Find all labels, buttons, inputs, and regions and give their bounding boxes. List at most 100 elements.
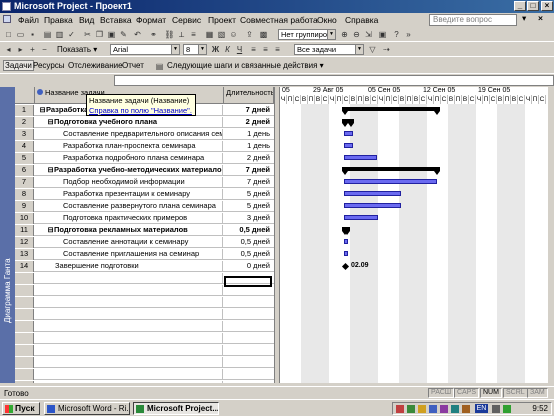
task-bar[interactable] [344,251,348,256]
table-row[interactable] [15,309,274,320]
collapse-icon[interactable]: ⊟ [47,118,54,128]
row-id[interactable] [15,381,34,383]
duration-cell[interactable]: 2 дней [224,117,272,128]
font-size-select[interactable]: 8 ▼ [183,44,207,55]
vertical-scrollbar[interactable] [548,87,554,383]
split-task-icon[interactable]: ≡ [188,29,199,40]
underline-icon[interactable]: Ч [234,44,245,55]
milestone-marker[interactable] [341,262,350,271]
duration-cell[interactable]: 0,5 дней [224,225,272,236]
collapse-icon[interactable]: ⊟ [47,166,54,176]
start-button[interactable]: Пуск [2,402,40,415]
task-name-cell[interactable]: Составление аннотации к семинару [35,237,223,248]
row-id[interactable]: 10 [15,213,34,224]
task-bar[interactable] [344,155,377,160]
row-id[interactable]: 12 [15,237,34,248]
duration-cell[interactable]: 0,5 дней [224,249,272,260]
guide-tasks-button[interactable]: Задачи [3,60,34,71]
table-row[interactable] [15,357,274,368]
table-row[interactable]: 8 Разработка презентации к семинару 5 дней [15,189,274,200]
table-row[interactable] [15,345,274,356]
row-id[interactable]: 9 [15,201,34,212]
tray-antivirus-icon[interactable] [503,405,511,413]
zoom-out-icon[interactable]: ⊖ [351,29,362,40]
undo-icon[interactable]: ↶ [132,29,143,40]
cut-icon[interactable]: ✂ [82,29,93,40]
task-bar[interactable] [344,143,353,148]
task-name-cell[interactable]: ⊟Подготовка рекламных материалов [35,225,223,236]
paste-icon[interactable]: ▣ [106,29,117,40]
copy-picture-icon[interactable]: ▣ [377,29,388,40]
view-bar[interactable]: Диаграмма Ганта [0,87,15,383]
autofilter-icon[interactable]: ▽ [367,44,378,55]
guide-report-button[interactable]: Отчет [122,61,144,70]
table-row[interactable] [15,369,274,380]
task-name-cell[interactable]: Подбор необходимой информации [35,177,223,188]
tray-folder-icon[interactable] [418,405,426,413]
duration-cell[interactable]: 0 дней [224,261,272,272]
row-id[interactable]: 7 [15,177,34,188]
table-row[interactable]: 2 ⊟Подготовка учебного плана 2 дней [15,117,274,128]
taskbar-project-button[interactable]: Microsoft Project... [133,402,219,415]
tooltip-help-link[interactable]: Справка по полю "Название". [89,106,193,116]
row-id[interactable] [15,357,34,368]
summary-bar[interactable] [342,107,440,111]
table-row[interactable]: 6 ⊟Разработка учебно-методических материа… [15,165,274,176]
table-row[interactable]: 12 Составление аннотации к семинару 0,5 дн… [15,237,274,248]
row-id[interactable]: 2 [15,117,34,128]
duration-cell[interactable] [224,381,272,383]
duration-cell[interactable]: 0,5 дней [224,237,272,248]
task-bar[interactable] [344,191,401,196]
task-name-cell[interactable]: Подготовка практических примеров [35,213,223,224]
task-name-cell[interactable] [35,369,223,380]
duration-cell[interactable]: 1 день [224,141,272,152]
assign-resources-icon[interactable]: ☺ [228,29,239,40]
taskbar-word-button[interactable]: Microsoft Word - Ri... [44,402,130,415]
open-icon[interactable]: ▭ [15,29,26,40]
tray-update-icon[interactable] [462,405,470,413]
maximize-button[interactable]: □ [527,1,539,11]
italic-icon[interactable]: К [222,44,233,55]
duration-cell[interactable] [224,309,272,320]
task-bar[interactable] [344,203,401,208]
publish-icon[interactable]: ⇪ [244,29,255,40]
chevron-down-icon[interactable]: ▾ [522,13,526,24]
tray-media-icon[interactable] [440,405,448,413]
table-row[interactable]: 7 Подбор необходимой информации 7 дней [15,177,274,188]
duration-cell[interactable]: 5 дней [224,189,272,200]
task-name-cell[interactable]: Составление предварительного описания се… [35,129,223,140]
filter-select[interactable]: Все задачи ▼ [294,44,364,55]
task-name-cell[interactable]: Разработка подробного плана семинара [35,153,223,164]
row-id[interactable] [15,309,34,320]
task-info-icon[interactable]: ▦ [204,29,215,40]
spelling-icon[interactable]: ✓ [66,29,77,40]
print-icon[interactable]: ▤ [42,29,53,40]
row-id[interactable] [15,345,34,356]
duration-cell[interactable] [224,321,272,332]
row-id[interactable] [15,333,34,344]
hyperlink-icon[interactable]: ⚭ [148,29,159,40]
column-header-duration[interactable]: Длительность [224,87,274,104]
duration-cell[interactable]: 7 дней [224,105,272,116]
menu-insert[interactable]: Вставка [100,15,132,25]
task-name-cell[interactable]: Разработка презентации к семинару [35,189,223,200]
duration-cell[interactable] [224,369,272,380]
row-id[interactable]: 8 [15,189,34,200]
tray-app-icon[interactable] [396,405,404,413]
table-row[interactable] [15,381,274,383]
toolbar-options-icon[interactable]: » [403,29,414,40]
task-name-cell[interactable] [35,333,223,344]
table-row[interactable]: 13 Составление приглашения на семинар 0,5 … [15,249,274,260]
task-name-cell[interactable] [35,273,223,284]
row-id[interactable]: 3 [15,129,34,140]
menu-help[interactable]: Справка [345,15,378,25]
task-name-cell[interactable]: Составление приглашения на семинар [35,249,223,260]
duration-cell[interactable]: 2 дней [224,153,272,164]
row-id[interactable]: 11 [15,225,34,236]
duration-cell[interactable]: 1 день [224,129,272,140]
table-row[interactable]: 5 Разработка подробного плана семинара 2 д… [15,153,274,164]
task-name-cell[interactable] [35,297,223,308]
guide-resources-button[interactable]: Ресурсы [33,61,65,70]
entry-field[interactable] [114,75,554,86]
collapse-icon[interactable]: ⊟ [39,106,46,116]
